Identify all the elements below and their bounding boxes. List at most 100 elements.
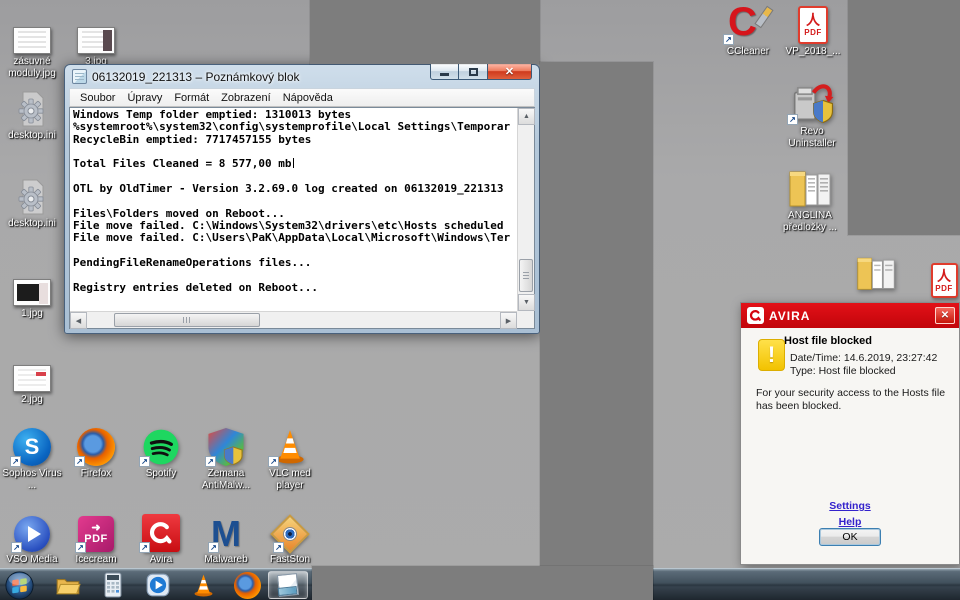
desktop-icon-folder[interactable] (844, 252, 908, 292)
redacted-region (310, 0, 540, 64)
desktop-icon-label: desktop.ini (8, 130, 56, 142)
desktop-icon-label: desktop.ini (8, 218, 56, 230)
desktop-icon-firefox[interactable]: ↗ Firefox (64, 426, 128, 480)
desktop-icon-zemana[interactable]: ↗ Zemana AntiMalw... (194, 426, 258, 491)
shortcut-arrow-icon: ↗ (273, 542, 284, 553)
minimize-button[interactable] (430, 64, 459, 80)
scrollbar-corner (517, 311, 534, 328)
firefox-icon (234, 572, 261, 599)
desktop-icon-zasuvne-moduly-jpg[interactable]: zásuvné moduly.jpg (0, 14, 64, 79)
start-button[interactable] (3, 571, 35, 599)
notepad-body: Windows Temp folder emptied: 1310013 byt… (69, 107, 535, 329)
scroll-down-button[interactable]: ▼ (518, 294, 535, 311)
shortcut-arrow-icon: ↗ (10, 456, 21, 467)
alert-datetime: Date/Time: 14.6.2019, 23:27:42 (790, 352, 937, 364)
image-thumbnail-icon (13, 27, 51, 54)
taskbar-vlc-button[interactable] (188, 571, 218, 599)
taskbar-calculator-button[interactable] (98, 571, 128, 599)
horizontal-scrollbar[interactable]: ◀ ▶ (70, 311, 517, 328)
avira-brand-text: AVIRA (769, 309, 810, 323)
desktop-icon-label: FastSton (270, 554, 310, 566)
desktop-icon-label: ANGLINA předložky ... (778, 210, 842, 233)
desktop-icon-icecream-pdf[interactable]: ➜PDF ↗ Icecream (64, 512, 128, 566)
menu-soubor[interactable]: Soubor (74, 90, 121, 106)
vertical-scrollbar[interactable]: ▲ ▼ (517, 108, 534, 311)
menu-napoveda[interactable]: Nápověda (277, 90, 339, 106)
desktop-icon-1-jpg[interactable]: 1.jpg (0, 266, 64, 320)
log-line: RecycleBin emptied: 7717457155 bytes (73, 134, 517, 146)
folder-explorer-icon (55, 572, 81, 598)
windows-logo-icon (5, 571, 34, 600)
shortcut-arrow-icon: ↗ (139, 542, 150, 553)
calculator-icon (101, 572, 125, 598)
desktop-icon-label: VSO Media (6, 554, 57, 566)
horizontal-scroll-thumb[interactable] (114, 313, 260, 327)
desktop-icon-avira[interactable]: ↗ Avira (129, 512, 193, 566)
desktop-icon-vlc[interactable]: ↗ VLC med player (258, 426, 322, 491)
shortcut-arrow-icon: ↗ (139, 456, 150, 467)
notepad-titlebar[interactable]: 06132019_221313 – Poznámkový blok ✕ (65, 65, 539, 88)
desktop-icon-anglina-folder[interactable]: ANGLINA předložky ... (778, 168, 842, 233)
menu-upravy[interactable]: Úpravy (121, 90, 168, 106)
notepad-app-icon (72, 69, 87, 84)
desktop-icon-label: CCleaner (727, 46, 769, 58)
close-button[interactable]: ✕ (487, 64, 532, 80)
redacted-region (540, 62, 653, 600)
log-line: %systemroot%\system32\config\systemprofi… (73, 121, 517, 133)
desktop-icon-vso-media[interactable]: ↗ VSO Media (0, 512, 64, 566)
taskbar-notepad-button-active[interactable] (268, 571, 308, 599)
notepad-menubar: Soubor Úpravy Formát Zobrazení Nápověda (69, 88, 535, 107)
desktop-icon-ccleaner[interactable]: C ↗ CCleaner (716, 4, 780, 58)
desktop-icon-2-jpg[interactable]: 2.jpg (0, 352, 64, 406)
shortcut-arrow-icon: ↗ (787, 114, 798, 125)
menu-zobrazeni[interactable]: Zobrazení (215, 90, 277, 106)
help-link[interactable]: Help (741, 516, 959, 528)
desktop-icon-pdf-file[interactable]: 人PDF (912, 258, 960, 298)
taskbar-explorer-button[interactable] (53, 571, 83, 599)
desktop-icon-revo-uninstaller[interactable]: ↗ Revo Uninstaller (780, 84, 844, 149)
scroll-up-button[interactable]: ▲ (518, 108, 535, 125)
folder-icon (787, 166, 833, 208)
desktop-icon-spotify[interactable]: ↗ Spotify (129, 426, 193, 480)
desktop-icon-3-jpg[interactable]: 3.jpg (64, 14, 128, 68)
desktop-screen: zásuvné moduly.jpg 3.jpg d (0, 0, 960, 600)
desktop-icon-label: Spotify (146, 468, 177, 480)
log-line: File move failed. C:\Users\PaK\AppData\L… (73, 232, 517, 244)
avira-close-button[interactable]: ✕ (935, 307, 955, 324)
settings-link[interactable]: Settings (741, 500, 959, 512)
taskbar-firefox-button[interactable] (231, 571, 263, 599)
desktop-icon-faststone[interactable]: ↗ FastSton (258, 512, 322, 566)
folder-icon (855, 252, 897, 292)
menu-format[interactable]: Formát (168, 90, 215, 106)
desktop-icon-malwarebytes[interactable]: M ↗ Malwareb (194, 512, 258, 566)
desktop-icon-label: Icecream (75, 554, 116, 566)
ok-button[interactable]: OK (819, 528, 881, 546)
desktop-icon-sophos[interactable]: S ↗ Sophos Virus ... (0, 426, 64, 491)
window-title: 06132019_221313 – Poznámkový blok (92, 70, 300, 84)
warning-icon: ! (758, 339, 785, 371)
image-thumbnail-icon (13, 365, 51, 392)
alert-message: For your security access to the Hosts fi… (756, 387, 954, 413)
desktop-icon-vp-2018-pdf[interactable]: 人PDF VP_2018_... (781, 4, 845, 58)
desktop-icon-label: 2.jpg (21, 394, 43, 406)
maximize-button[interactable] (459, 64, 487, 80)
log-line: Total Files Cleaned = 8 577,00 mb (73, 158, 517, 170)
log-line (73, 195, 517, 207)
shortcut-arrow-icon: ↗ (723, 34, 734, 45)
image-thumbnail-icon (13, 279, 51, 306)
scroll-left-button[interactable]: ◀ (70, 312, 87, 329)
taskbar-mediaplayer-button[interactable] (143, 571, 173, 599)
shortcut-arrow-icon: ↗ (11, 542, 22, 553)
alert-type: Type: Host file blocked (790, 365, 896, 377)
notepad-text-area[interactable]: Windows Temp folder emptied: 1310013 byt… (70, 108, 517, 311)
avira-titlebar[interactable]: AVIRA ✕ (741, 303, 959, 328)
desktop-icon-desktop-ini-1[interactable]: desktop.ini (0, 88, 64, 142)
vlc-cone-icon (191, 572, 216, 598)
desktop-icon-desktop-ini-2[interactable]: desktop.ini (0, 176, 64, 230)
vertical-scroll-thumb[interactable] (519, 259, 533, 292)
avira-alert-window: AVIRA ✕ Host file blocked ! Date/Time: 1… (740, 302, 960, 565)
scroll-right-button[interactable]: ▶ (500, 312, 517, 329)
notepad-icon (276, 573, 300, 597)
desktop-icon-label: Avira (150, 554, 173, 566)
avira-logo-icon (747, 307, 764, 324)
